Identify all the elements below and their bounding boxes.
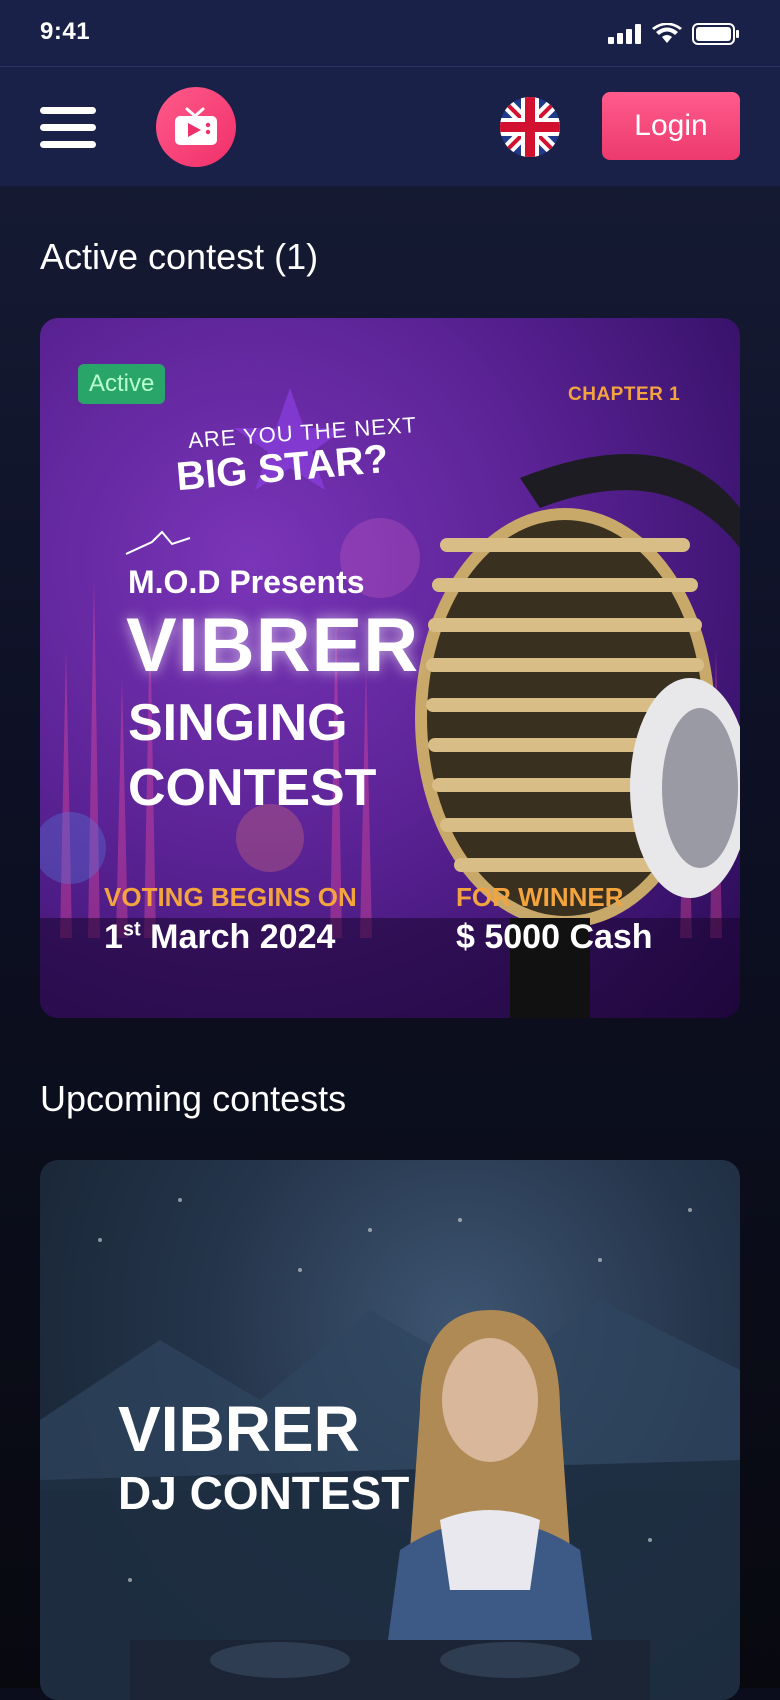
upcoming-contest-subtitle: DJ CONTEST: [118, 1467, 410, 1519]
presents-label: M.O.D Presents: [128, 564, 365, 600]
voting-day: 1: [104, 918, 123, 956]
contest-title-brand: VIBRER: [126, 603, 420, 688]
winner-prize: $ 5000 Cash: [456, 918, 653, 956]
active-contest-card[interactable]: Active CHAPTER 1 ARE YOU THE NEXT BIG ST…: [40, 318, 740, 1018]
uk-flag-icon: [500, 97, 560, 157]
language-selector[interactable]: [500, 97, 560, 157]
login-button[interactable]: Login: [602, 92, 740, 160]
menu-button[interactable]: [40, 107, 96, 148]
status-time: 9:41: [40, 18, 91, 45]
winner-label: FOR WINNER: [456, 882, 624, 912]
app-logo[interactable]: [156, 87, 236, 167]
status-bar: 9:41: [0, 0, 780, 67]
main-content: Active contest (1) Active CHAPTER 1 ARE …: [0, 186, 780, 1700]
battery-icon: [692, 23, 739, 45]
upcoming-contests-heading: Upcoming contests: [40, 1078, 347, 1119]
tv-logo-icon: [175, 107, 217, 145]
contest-title-line3: CONTEST: [128, 759, 377, 817]
voting-month-year: March 2024: [140, 918, 336, 956]
wifi-icon: [652, 23, 682, 43]
contest-title-line2: SINGING: [128, 694, 348, 752]
dj-deck-image: [130, 1640, 650, 1700]
voting-date: 1st March 2024: [104, 918, 335, 957]
app-header: Login: [0, 67, 780, 186]
status-icons: [608, 22, 740, 46]
status-badge: Active: [78, 364, 166, 404]
menu-icon: [40, 107, 96, 114]
chapter-label: CHAPTER 1: [568, 384, 681, 405]
signal-icon: [608, 24, 641, 44]
upcoming-contest-title: VIBRER: [118, 1393, 360, 1465]
voting-label: VOTING BEGINS ON: [104, 882, 357, 912]
voting-suffix: st: [122, 918, 141, 941]
active-contest-heading: Active contest (1): [40, 236, 319, 277]
upcoming-contest-card[interactable]: VIBRER DJ CONTEST: [40, 1160, 740, 1700]
